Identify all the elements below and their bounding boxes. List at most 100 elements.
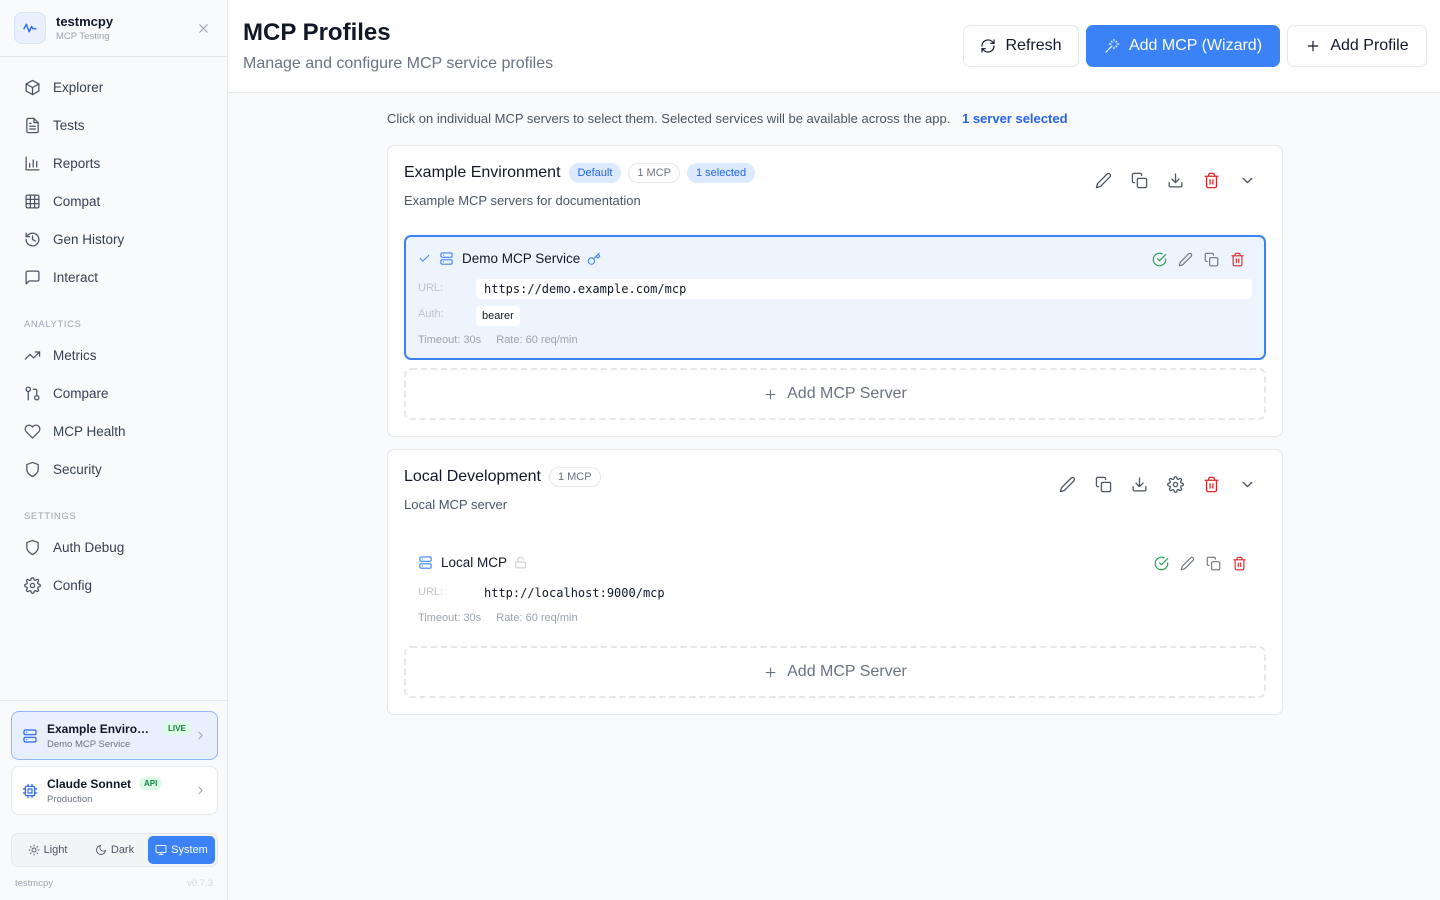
trash-icon	[1232, 556, 1247, 571]
sidebar-item-label: Config	[53, 577, 93, 593]
footer-app-name: testmcpy	[15, 878, 54, 889]
llm-context-subtitle: Production	[47, 793, 93, 805]
duplicate-server-button[interactable]	[1198, 252, 1224, 267]
compare-icon	[24, 385, 41, 402]
sidebar-item-compare[interactable]: Compare	[0, 374, 227, 412]
add-mcp-server-label: Add MCP Server	[787, 385, 907, 402]
server-name: Local MCP	[441, 555, 508, 570]
edit-profile-button[interactable]	[1085, 170, 1121, 190]
add-profile-label: Add Profile	[1330, 37, 1409, 54]
shield-icon	[24, 539, 41, 556]
edit-server-button[interactable]	[1174, 556, 1200, 571]
plus-icon	[1305, 38, 1321, 54]
app-subtitle: MCP Testing	[56, 31, 110, 42]
page-title: MCP Profiles	[243, 19, 391, 46]
duplicate-server-button[interactable]	[1200, 556, 1226, 571]
close-sidebar-icon[interactable]	[193, 18, 213, 38]
plus-icon	[763, 665, 778, 680]
delete-profile-button[interactable]	[1193, 170, 1229, 190]
server-icon	[22, 728, 38, 744]
auth-type-badge: bearer	[476, 306, 520, 326]
edit-profile-button[interactable]	[1049, 474, 1085, 494]
collapse-profile-button[interactable]	[1234, 474, 1260, 494]
profile-card[interactable]: Example Environment Default 1 MCP 1 sele…	[387, 145, 1283, 437]
sidebar-item-reports[interactable]: Reports	[0, 144, 227, 182]
refresh-button[interactable]: Refresh	[963, 25, 1079, 67]
sidebar-item-label: Reports	[53, 155, 101, 171]
sidebar-item-interact[interactable]: Interact	[0, 258, 227, 296]
api-badge: API	[139, 777, 163, 790]
pencil-icon	[1178, 252, 1193, 267]
copy-icon	[1095, 476, 1112, 493]
grid-icon	[24, 193, 41, 210]
sidebar-item-auth-debug[interactable]: Auth Debug	[0, 528, 227, 566]
theme-system-button[interactable]: System	[148, 836, 215, 864]
sidebar-item-gen-history[interactable]: Gen History	[0, 220, 227, 258]
sidebar-item-security[interactable]: Security	[0, 450, 227, 488]
message-icon	[24, 269, 41, 286]
bar-chart-icon	[24, 155, 41, 172]
sidebar-item-mcp-health[interactable]: MCP Health	[0, 412, 227, 450]
llm-context-card[interactable]: Claude Sonnet API Production	[11, 766, 218, 815]
duplicate-profile-button[interactable]	[1121, 170, 1157, 190]
server-icon	[439, 251, 454, 266]
page-header: MCP Profiles Manage and configure MCP se…	[228, 0, 1440, 93]
gear-icon	[1167, 476, 1184, 493]
export-profile-button[interactable]	[1121, 474, 1157, 494]
test-connection-button[interactable]	[1146, 252, 1172, 267]
sidebar-footer: Example Environm... LIVE Demo MCP Servic…	[0, 700, 227, 900]
sidebar-item-tests[interactable]: Tests	[0, 106, 227, 144]
selection-info-text: Click on individual MCP servers to selec…	[387, 111, 951, 126]
add-profile-button[interactable]: Add Profile	[1287, 25, 1427, 67]
delete-server-button[interactable]	[1224, 252, 1250, 267]
profile-name: Local Development	[404, 468, 541, 485]
add-mcp-server-button[interactable]: Add MCP Server	[404, 368, 1266, 420]
add-mcp-wizard-button[interactable]: Add MCP (Wizard)	[1086, 25, 1280, 67]
gear-icon	[24, 577, 41, 594]
main-content: MCP Profiles Manage and configure MCP se…	[228, 0, 1440, 900]
default-badge: Default	[568, 163, 622, 183]
server-url: http://localhost:9000/mcp	[484, 586, 665, 600]
theme-light-label: Light	[43, 844, 68, 856]
llm-context-title: Claude Sonnet	[47, 776, 132, 791]
sidebar-item-compat[interactable]: Compat	[0, 182, 227, 220]
delete-profile-button[interactable]	[1193, 474, 1229, 494]
url-label: URL:	[418, 586, 444, 598]
export-profile-button[interactable]	[1157, 170, 1193, 190]
delete-server-button[interactable]	[1226, 556, 1252, 571]
section-settings: SETTINGS	[24, 511, 77, 522]
mcp-count-badge: 1 MCP	[628, 163, 680, 183]
live-badge: LIVE	[163, 722, 191, 735]
sidebar: testmcpy MCP Testing Explorer Tests Repo…	[0, 0, 228, 900]
theme-switcher: Light Dark System	[11, 833, 218, 867]
copy-icon	[1206, 556, 1221, 571]
sidebar-item-label: Auth Debug	[53, 539, 125, 555]
page-subtitle: Manage and configure MCP service profile…	[243, 55, 554, 72]
sidebar-item-explorer[interactable]: Explorer	[0, 68, 227, 106]
trash-icon	[1203, 172, 1220, 189]
theme-light-button[interactable]: Light	[14, 836, 81, 864]
add-mcp-server-button[interactable]: Add MCP Server	[404, 646, 1266, 698]
pencil-icon	[1095, 172, 1112, 189]
profile-settings-button[interactable]	[1157, 474, 1193, 494]
add-mcp-wizard-label: Add MCP (Wizard)	[1128, 37, 1263, 54]
duplicate-profile-button[interactable]	[1085, 474, 1121, 494]
mcp-context-card[interactable]: Example Environm... LIVE Demo MCP Servic…	[11, 711, 218, 760]
sidebar-item-config[interactable]: Config	[0, 566, 227, 604]
selected-count[interactable]: 1 server selected	[962, 111, 1068, 126]
auth-label: Auth:	[418, 308, 444, 320]
sidebar-item-metrics[interactable]: Metrics	[0, 336, 227, 374]
mcp-server-card[interactable]: Demo MCP Service URL: https://demo.examp…	[404, 235, 1266, 360]
theme-dark-button[interactable]: Dark	[81, 836, 148, 864]
download-icon	[1131, 476, 1148, 493]
shield-icon	[24, 461, 41, 478]
edit-server-button[interactable]	[1172, 252, 1198, 267]
profile-card[interactable]: Local Development 1 MCP Local MCP server…	[387, 449, 1283, 715]
rate-text: Rate: 60 req/min	[496, 612, 578, 624]
trash-icon	[1230, 252, 1245, 267]
test-connection-button[interactable]	[1148, 556, 1174, 571]
collapse-profile-button[interactable]	[1234, 170, 1260, 190]
server-name: Demo MCP Service	[462, 251, 581, 266]
plus-icon	[763, 387, 778, 402]
mcp-server-card[interactable]: Local MCP URL: http://localhost:9000/mcp…	[404, 541, 1266, 636]
